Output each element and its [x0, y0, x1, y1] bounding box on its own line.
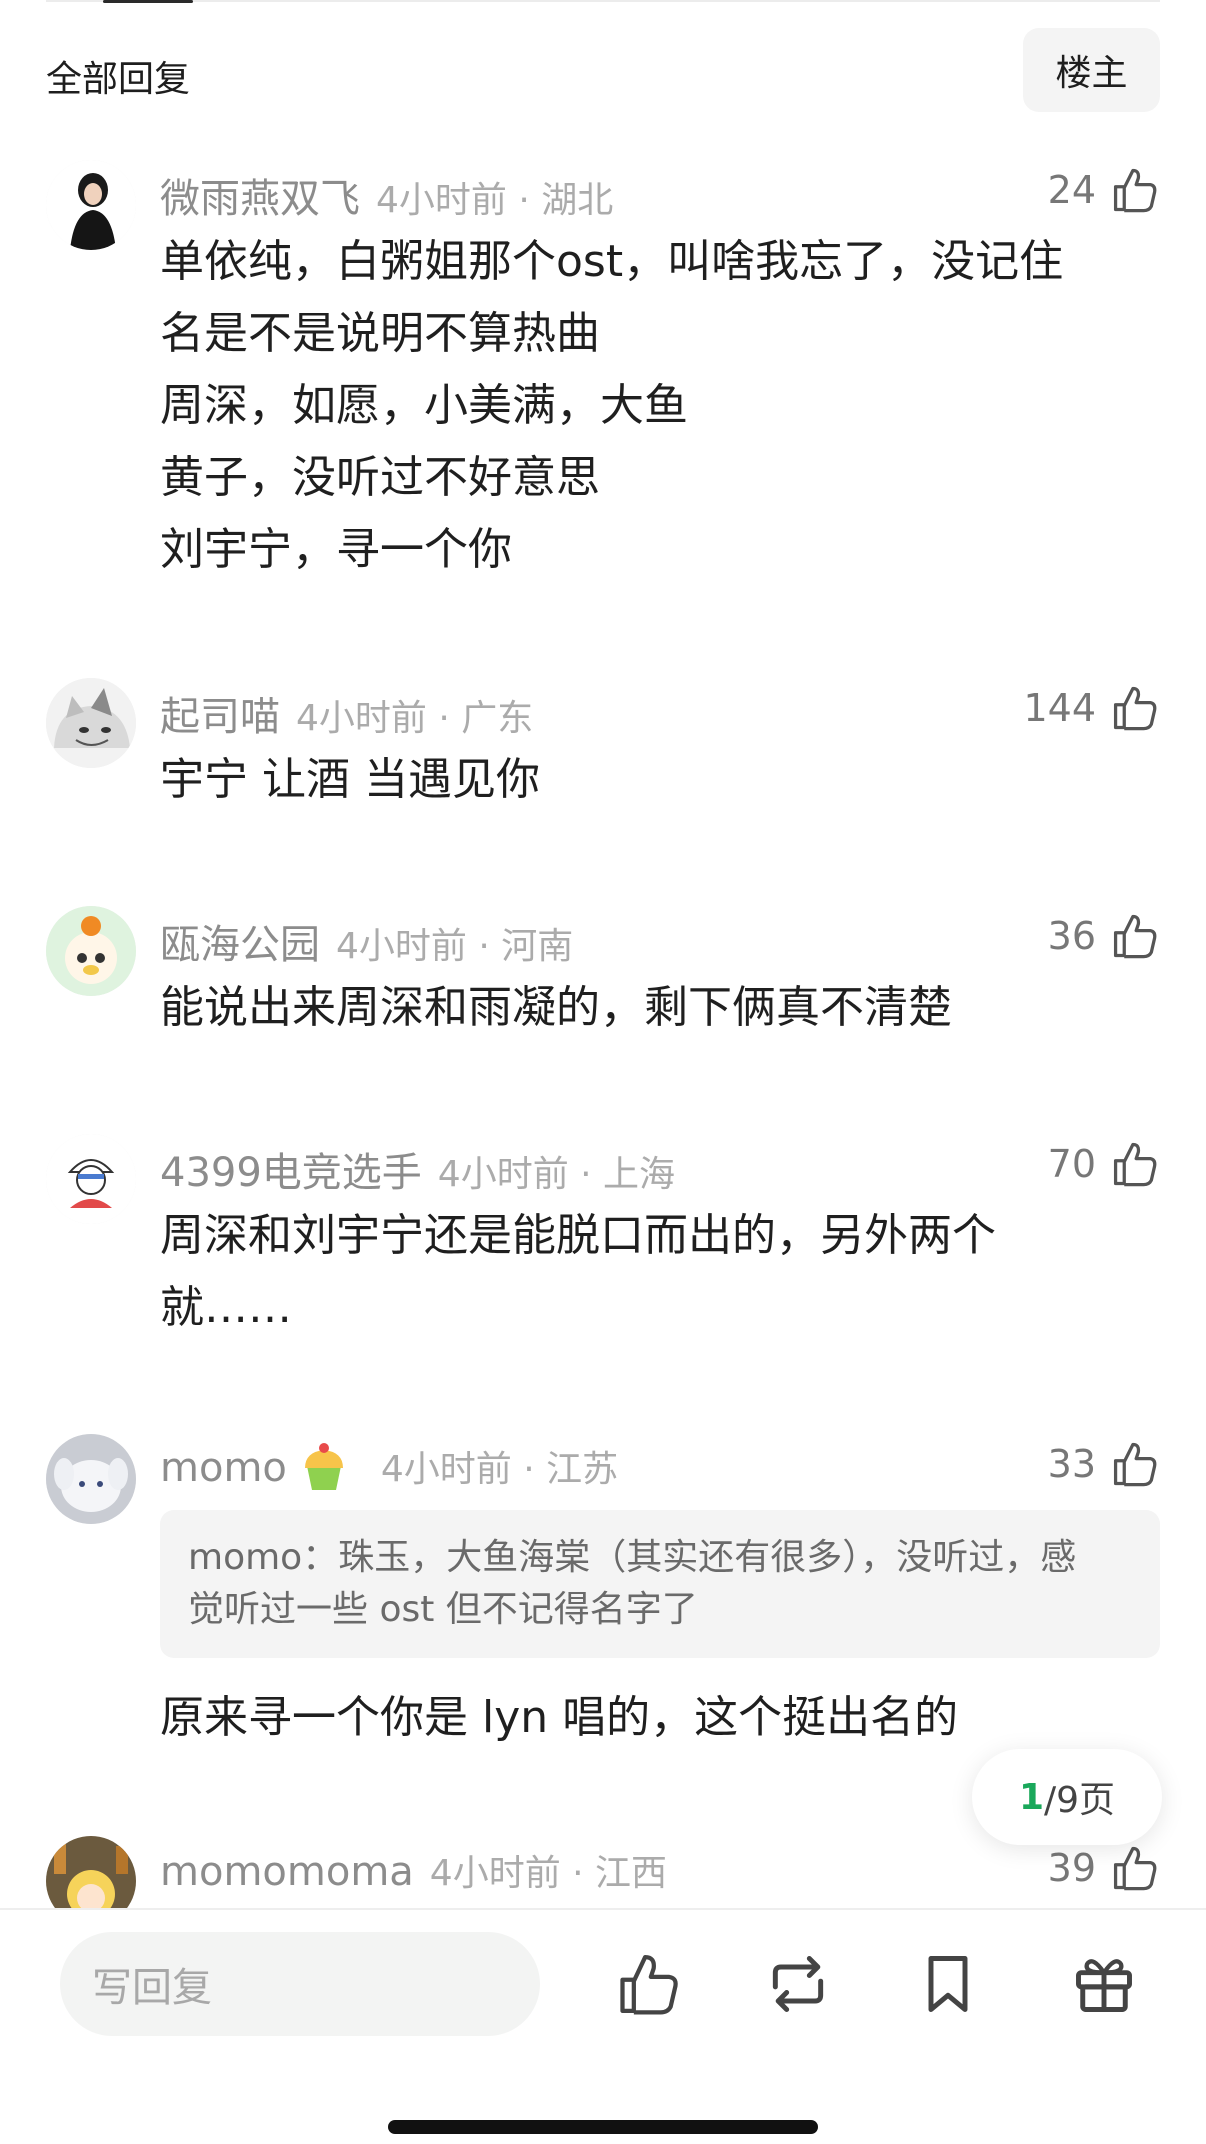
time-location: 4小时前 · 上海 — [437, 1154, 676, 1195]
thumbs-up-icon — [1113, 168, 1157, 213]
comment-text: 单依纯，白粥姐那个ost，叫啥我忘了，没记住 名是不是说明不算热曲 周深，如愿，… — [160, 236, 1064, 575]
thumbs-up-icon — [1113, 1442, 1157, 1487]
comment-meta: 起司喵 4小时前 · 广东 — [160, 684, 1160, 740]
like-count: 36 — [1047, 914, 1096, 958]
thumbs-up-icon — [1113, 1846, 1157, 1891]
like-icon — [620, 1954, 678, 2015]
repost-icon — [772, 1956, 824, 2012]
bookmark-button[interactable] — [914, 1950, 982, 2018]
comment-text: 原来寻一个你是 lyn 唱的，这个挺出名的 — [160, 1692, 959, 1743]
gift-icon — [1076, 1959, 1132, 2012]
user-avatar[interactable] — [46, 1134, 136, 1224]
comment-text: 周深和刘宇宁还是能脱口而出的，另外两个 就…… — [160, 1210, 996, 1333]
comment-meta: momo 4小时前 · 江苏 — [160, 1440, 1160, 1494]
username[interactable]: 起司喵 — [160, 684, 280, 742]
user-avatar[interactable] — [46, 160, 136, 250]
comment-text: 宇宁 让酒 当遇见你 — [160, 754, 540, 805]
thumbs-up-icon — [1113, 1142, 1157, 1187]
thumbs-up-icon — [1113, 914, 1157, 959]
time-location: 4小时前 · 湖北 — [376, 180, 614, 221]
woman-avatar-icon — [46, 160, 136, 250]
cat-avatar-icon — [46, 678, 136, 768]
anime-avatar-icon — [46, 1836, 136, 1908]
gift-button[interactable] — [1070, 1950, 1138, 2018]
like-button[interactable]: 39 — [1048, 1836, 1160, 1900]
like-button[interactable]: 70 — [1048, 1132, 1160, 1196]
comment-meta: 微雨燕双飞 4小时前 · 湖北 — [160, 166, 1160, 222]
page-indicator[interactable]: 1 /9页 — [972, 1749, 1162, 1845]
like-count: 33 — [1047, 1442, 1096, 1486]
time-location: 4小时前 · 河南 — [336, 926, 574, 967]
user-avatar[interactable] — [46, 1836, 136, 1908]
current-page: 1 — [1018, 1776, 1044, 1818]
cartoon-avatar-icon — [46, 1134, 136, 1224]
reply-placeholder: 写回复 — [92, 1965, 212, 2011]
username[interactable]: momo — [160, 1445, 287, 1491]
username[interactable]: 微雨燕双飞 — [160, 166, 360, 224]
thumbs-up-icon — [1113, 686, 1157, 731]
like-button[interactable]: 33 — [1048, 1432, 1160, 1496]
username[interactable]: 瓯海公园 — [160, 912, 320, 970]
bookmark-icon — [928, 1956, 968, 2012]
repost-button[interactable] — [764, 1950, 832, 2018]
like-count: 144 — [1023, 686, 1096, 730]
time-location: 4小时前 · 江西 — [429, 1853, 668, 1894]
user-avatar[interactable] — [46, 1434, 136, 1524]
user-avatar[interactable] — [46, 678, 136, 768]
comment-meta: 瓯海公园 4小时前 · 河南 — [160, 912, 1160, 968]
sheep-avatar-icon — [46, 906, 136, 996]
reply-input[interactable]: 写回复 — [60, 1932, 540, 2036]
like-post-button[interactable] — [614, 1950, 682, 2018]
like-count: 39 — [1047, 1846, 1096, 1890]
username[interactable]: 4399电竞选手 — [160, 1140, 422, 1198]
total-pages: /9页 — [1044, 1780, 1116, 1821]
comment-meta: 4399电竞选手 4小时前 · 上海 — [160, 1140, 1160, 1196]
like-button[interactable]: 144 — [1023, 676, 1160, 740]
comment-list[interactable]: 微雨燕双飞 4小时前 · 湖北 24 单依纯，白粥姐那个ost，叫啥我忘了，没记… — [0, 0, 1206, 1908]
user-avatar[interactable] — [46, 906, 136, 996]
like-count: 70 — [1047, 1142, 1096, 1186]
time-location: 4小时前 · 江苏 — [380, 1449, 619, 1490]
like-button[interactable]: 24 — [1048, 158, 1160, 222]
home-indicator[interactable] — [388, 2120, 818, 2134]
plush-avatar-icon — [46, 1434, 136, 1524]
bottom-action-bar: 写回复 — [0, 1908, 1206, 2144]
cupcake-badge-icon — [304, 1443, 343, 1490]
like-count: 24 — [1047, 168, 1096, 212]
time-location: 4小时前 · 广东 — [296, 698, 534, 739]
comment-text: 能说出来周深和雨凝的，剩下俩真不清楚 — [160, 982, 952, 1033]
username[interactable]: momomoma — [160, 1849, 414, 1895]
like-button[interactable]: 36 — [1048, 904, 1160, 968]
quoted-reply[interactable]: momo：珠玉，大鱼海棠（其实还有很多），没听过，感 觉听过一些 ost 但不记… — [160, 1510, 1160, 1658]
comment-meta: momomoma 4小时前 · 江西 — [160, 1844, 1160, 1898]
